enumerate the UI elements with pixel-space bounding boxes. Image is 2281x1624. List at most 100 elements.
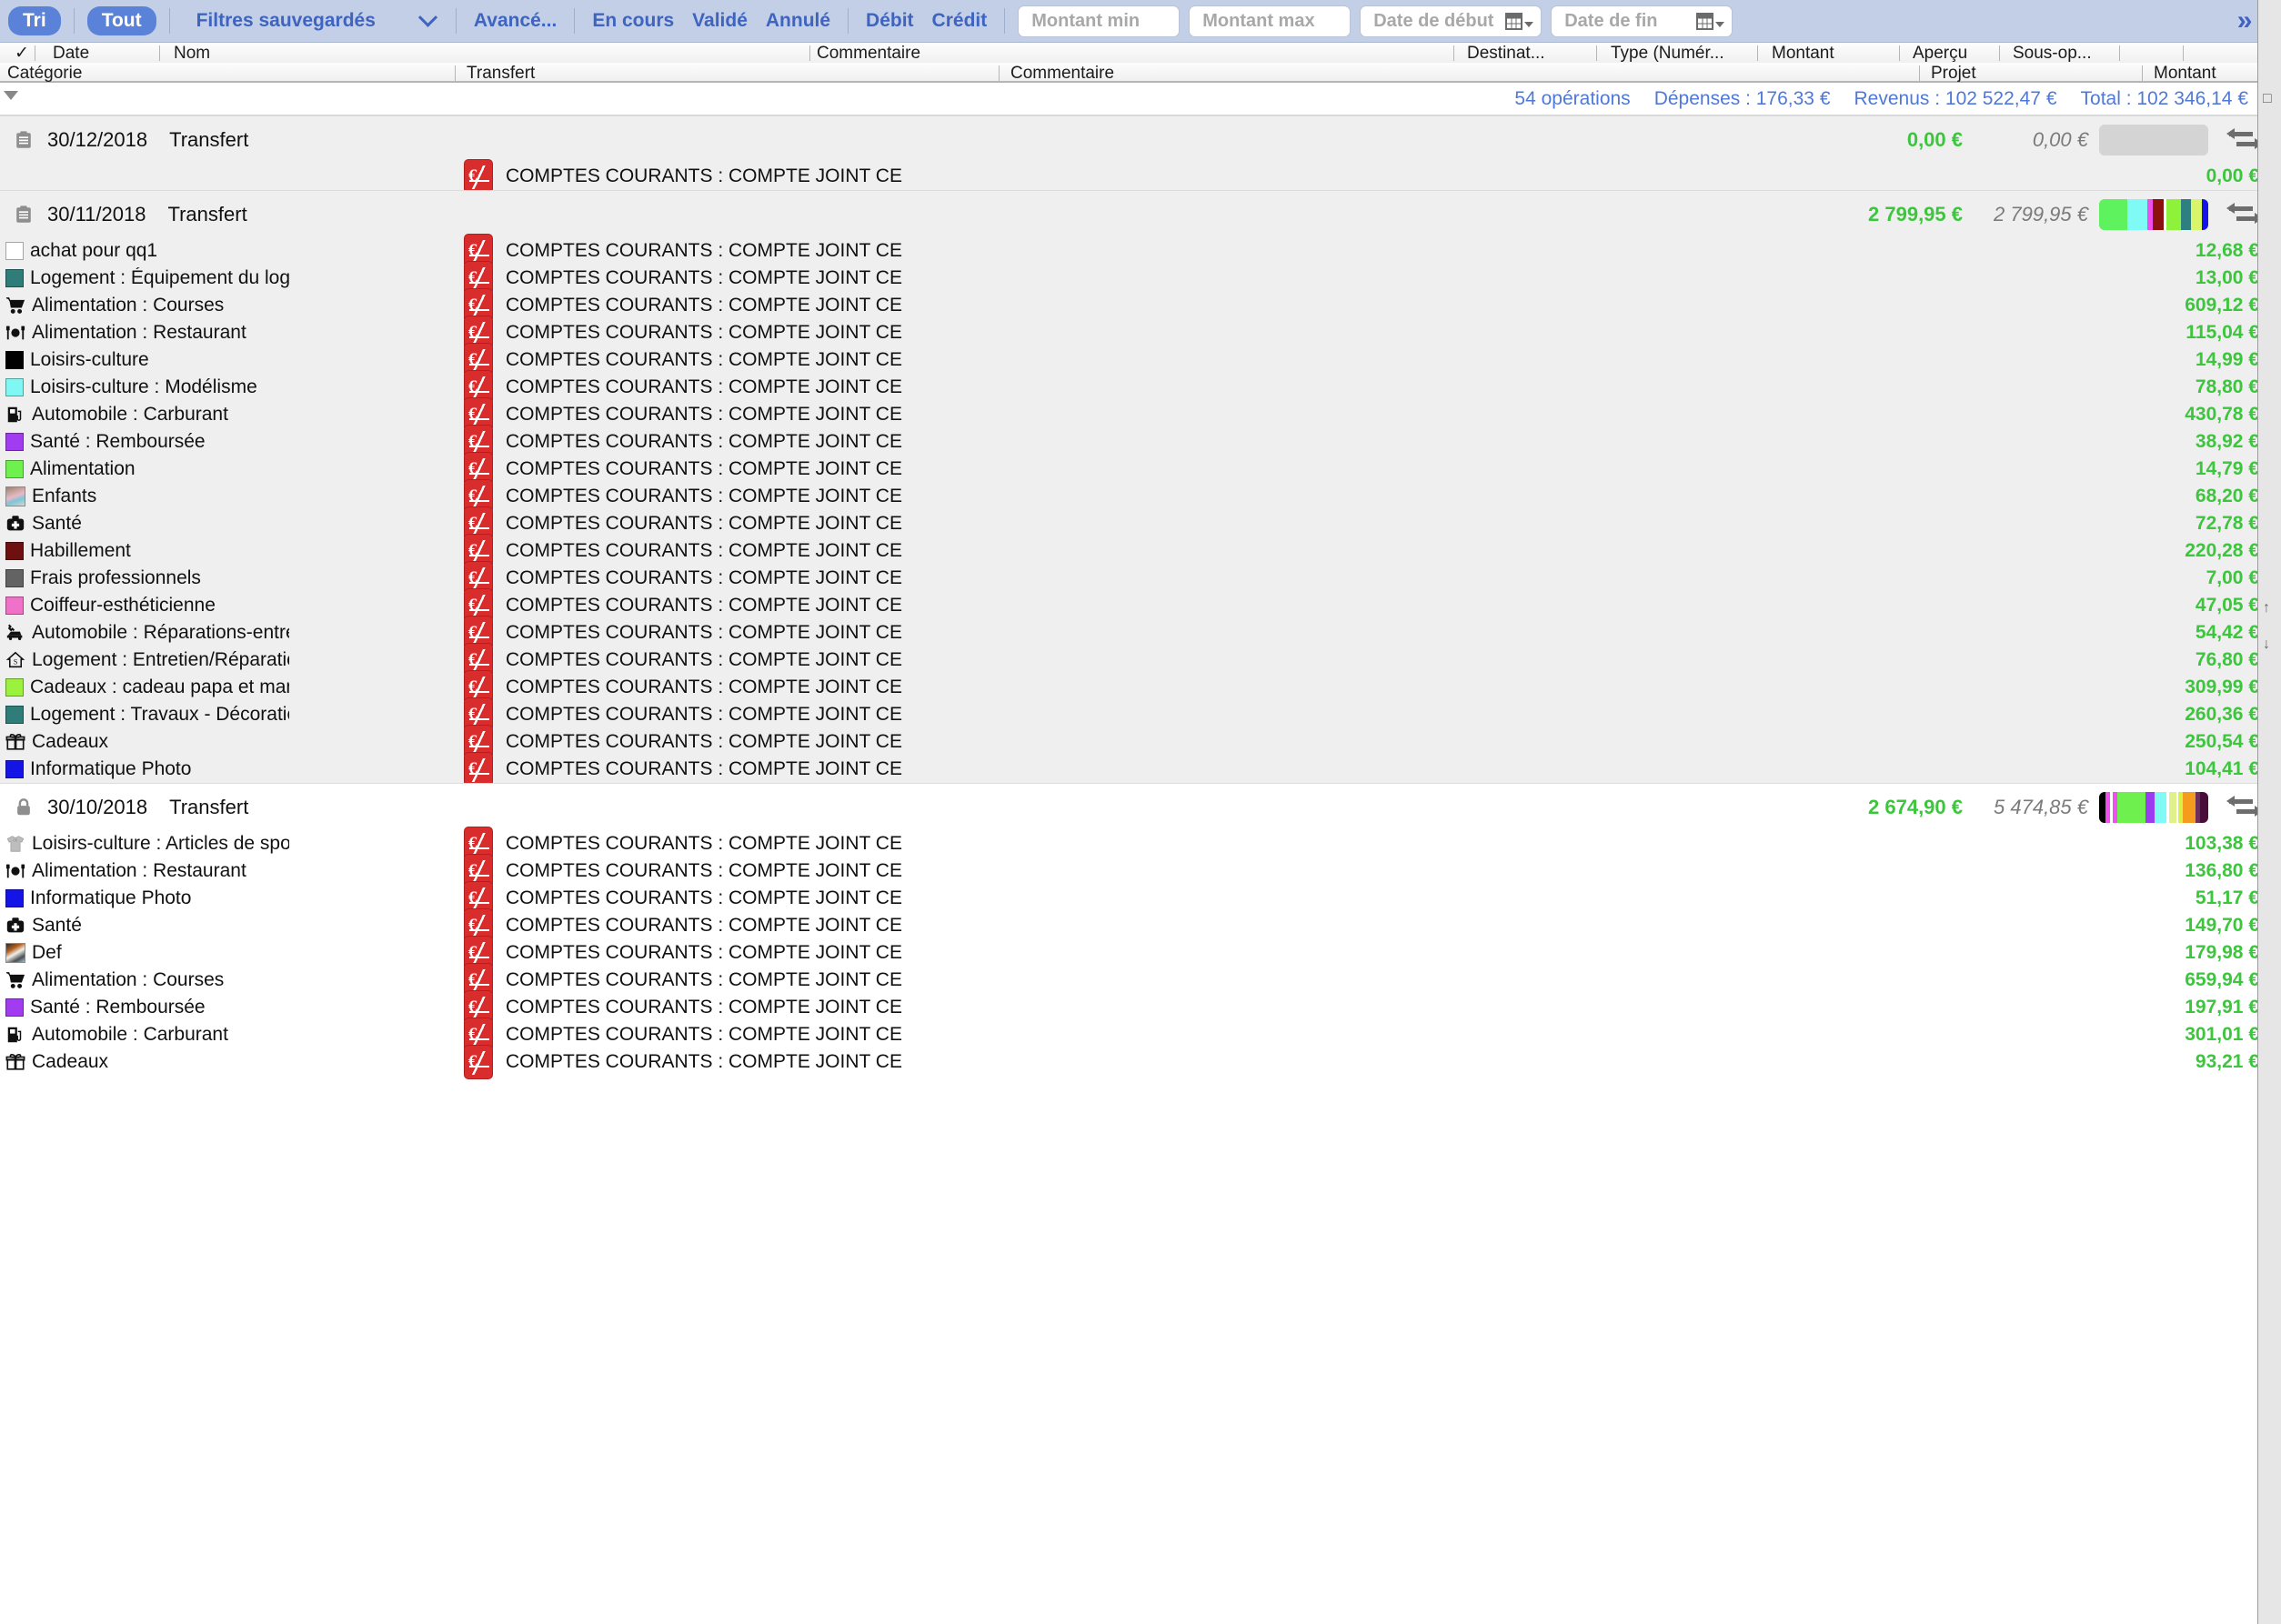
table-row[interactable]: Alimentation : Courses COMPTES COURANTS :… — [0, 963, 2281, 997]
category-cell[interactable]: Santé — [0, 513, 289, 535]
category-cell[interactable]: Logement : Équipement du logement — [0, 267, 289, 289]
table-row[interactable]: Frais professionnels COMPTES COURANTS : C… — [0, 561, 2281, 596]
category-cell[interactable]: Cadeaux : cadeau papa et maman — [0, 677, 289, 698]
all-button[interactable]: Tout — [86, 5, 156, 36]
sort-button[interactable]: Tri — [8, 5, 61, 36]
table-row[interactable]: Coiffeur-esthéticienne COMPTES COURANTS :… — [0, 588, 2281, 623]
category-cell[interactable] — [0, 166, 289, 186]
table-row[interactable]: Logement : Équipement du logement COMPTES… — [0, 261, 2281, 296]
calendar-icon[interactable] — [1696, 12, 1725, 30]
column-divider[interactable] — [159, 45, 160, 61]
table-row[interactable]: Loisirs-culture : Modélisme COMPTES COURA… — [0, 370, 2281, 405]
column-header-[interactable]: ✓ — [7, 43, 33, 63]
column-header-type-num-r[interactable]: Type (Numér... — [1603, 43, 1767, 63]
category-cell[interactable]: Informatique Photo — [0, 758, 289, 780]
table-row[interactable]: Informatique Photo COMPTES COURANTS : COM… — [0, 752, 2281, 787]
transfer-cell[interactable]: COMPTES COURANTS : COMPTE JOINT CE — [464, 1045, 902, 1079]
column-divider[interactable] — [455, 65, 456, 81]
filter-cancelled[interactable]: Annulé — [757, 10, 839, 32]
category-cell[interactable]: Santé : Remboursée — [0, 997, 289, 1018]
column-divider[interactable] — [2183, 45, 2184, 61]
table-row[interactable]: Def COMPTES COURANTS : COMPTE JOINT CE 179… — [0, 936, 2281, 970]
transfer-cell[interactable]: COMPTES COURANTS : COMPTE JOINT CE — [464, 752, 902, 787]
table-row[interactable]: Santé : Remboursée COMPTES COURANTS : COM… — [0, 425, 2281, 459]
column-header-commentaire[interactable]: Commentaire — [1003, 63, 1458, 83]
date-end-input[interactable]: Date de fin — [1551, 5, 1733, 37]
table-row[interactable]: Alimentation : Courses COMPTES COURANTS :… — [0, 288, 2281, 323]
category-cell[interactable]: Alimentation : Restaurant — [0, 322, 289, 344]
table-row[interactable]: 08 Loisirs-culture : Articles de sport COM… — [0, 827, 2281, 861]
table-row[interactable]: Logement : Travaux - Décoration COMPTES C… — [0, 697, 2281, 732]
category-cell[interactable]: Alimentation — [0, 458, 289, 480]
table-row[interactable]: Automobile : Carburant COMPTES COURANTS :… — [0, 397, 2281, 432]
category-cell[interactable]: Informatique Photo — [0, 887, 289, 909]
table-row[interactable]: Santé COMPTES COURANTS : COMPTE JOINT CE 7… — [0, 506, 2281, 541]
group-preview-bar[interactable] — [2099, 199, 2208, 230]
category-cell[interactable]: Loisirs-culture — [0, 349, 289, 371]
category-cell[interactable]: Alimentation : Restaurant — [0, 860, 289, 882]
saved-filters-dropdown[interactable]: Filtres sauvegardés — [178, 7, 447, 32]
table-row[interactable]: Cadeaux COMPTES COURANTS : COMPTE JOINT C… — [0, 725, 2281, 759]
category-cell[interactable]: Loisirs-culture : Modélisme — [0, 376, 289, 398]
table-row[interactable]: Informatique Photo COMPTES COURANTS : COM… — [0, 881, 2281, 916]
category-cell[interactable]: Automobile : Carburant — [0, 404, 289, 426]
advanced-button[interactable]: Avancé... — [465, 10, 566, 32]
table-row[interactable]: S Logement : Entretien/Réparations maison… — [0, 643, 2281, 677]
column-header-aper-u[interactable]: Aperçu — [1905, 43, 2005, 63]
group-preview-bar[interactable] — [2099, 792, 2208, 823]
group-preview-bar[interactable] — [2099, 125, 2208, 155]
collapse-triangle-icon[interactable] — [4, 91, 18, 100]
category-cell[interactable]: Coiffeur-esthéticienne — [0, 595, 289, 617]
date-start-input[interactable]: Date de début — [1360, 5, 1542, 37]
transaction-group-header[interactable]: 30/10/2018 Transfert 2 674,90 € 5 474,85 € — [0, 783, 2281, 830]
table-row[interactable]: Santé : Remboursée COMPTES COURANTS : COM… — [0, 990, 2281, 1025]
category-cell[interactable]: S Logement : Entretien/Réparations maison — [0, 649, 289, 671]
filter-debit[interactable]: Débit — [857, 10, 923, 32]
column-header-transfert[interactable]: Transfert — [459, 63, 1005, 83]
table-row[interactable]: Loisirs-culture COMPTES COURANTS : COMPTE… — [0, 343, 2281, 377]
column-divider[interactable] — [2142, 65, 2143, 81]
table-row[interactable]: Automobile : Carburant COMPTES COURANTS :… — [0, 1018, 2281, 1052]
column-divider[interactable] — [1899, 45, 1900, 61]
table-row[interactable]: Alimentation : Restaurant COMPTES COURANT… — [0, 854, 2281, 888]
column-divider[interactable] — [1919, 65, 1920, 81]
column-header-cat-gorie[interactable]: Catégorie — [0, 63, 455, 83]
table-row[interactable]: Cadeaux : cadeau papa et maman COMPTES CO… — [0, 670, 2281, 705]
filter-validated[interactable]: Validé — [683, 10, 757, 32]
column-divider[interactable] — [2119, 45, 2120, 61]
transaction-group-header[interactable]: 30/12/2018 Transfert 0,00 € 0,00 € — [0, 115, 2281, 163]
column-header-commentaire[interactable]: Commentaire — [809, 43, 1437, 63]
table-row[interactable]: Santé COMPTES COURANTS : COMPTE JOINT CE 1… — [0, 908, 2281, 943]
table-row[interactable]: Automobile : Réparations-entretien COMPTE… — [0, 616, 2281, 650]
amount-max-input[interactable]: Montant max — [1189, 5, 1352, 37]
category-cell[interactable]: Cadeaux — [0, 1051, 289, 1073]
column-header-projet[interactable]: Projet — [1924, 63, 2033, 83]
category-cell[interactable]: Logement : Travaux - Décoration — [0, 704, 289, 726]
category-cell[interactable]: Alimentation : Courses — [0, 969, 289, 991]
category-cell[interactable]: Santé — [0, 915, 289, 937]
filter-pending[interactable]: En cours — [583, 10, 683, 32]
table-row[interactable]: Cadeaux COMPTES COURANTS : COMPTE JOINT C… — [0, 1045, 2281, 1079]
right-scroll-gutter[interactable]: □ ↑ ↓ — [2257, 0, 2281, 1624]
column-header-destinat[interactable]: Destinat... — [1460, 43, 1583, 63]
category-cell[interactable]: Habillement — [0, 540, 289, 562]
table-row[interactable]: Enfants COMPTES COURANTS : COMPTE JOINT C… — [0, 479, 2281, 514]
table-row[interactable]: Alimentation COMPTES COURANTS : COMPTE JO… — [0, 452, 2281, 486]
filter-credit[interactable]: Crédit — [923, 10, 997, 32]
column-header-date[interactable]: Date — [45, 43, 146, 63]
category-cell[interactable]: Cadeaux — [0, 731, 289, 753]
column-header-nom[interactable]: Nom — [166, 43, 803, 63]
transaction-group-header[interactable]: 30/11/2018 Transfert 2 799,95 € 2 799,95 € — [0, 190, 2281, 237]
table-row[interactable]: Habillement COMPTES COURANTS : COMPTE JOI… — [0, 534, 2281, 568]
column-divider[interactable] — [1596, 45, 1597, 61]
category-cell[interactable]: Frais professionnels — [0, 567, 289, 589]
table-row[interactable]: achat pour qq1 COMPTES COURANTS : COMPTE … — [0, 234, 2281, 268]
amount-min-input[interactable]: Montant min — [1018, 5, 1181, 37]
column-header-sous-op[interactable]: Sous-op... — [2005, 43, 2115, 63]
column-header-montant[interactable]: Montant — [2146, 63, 2265, 83]
column-divider[interactable] — [1453, 45, 1454, 61]
table-row[interactable]: Alimentation : Restaurant COMPTES COURANT… — [0, 316, 2281, 350]
category-cell[interactable]: Enfants — [0, 486, 289, 507]
category-cell[interactable]: Automobile : Réparations-entretien — [0, 622, 289, 644]
calendar-icon[interactable] — [1505, 12, 1534, 30]
